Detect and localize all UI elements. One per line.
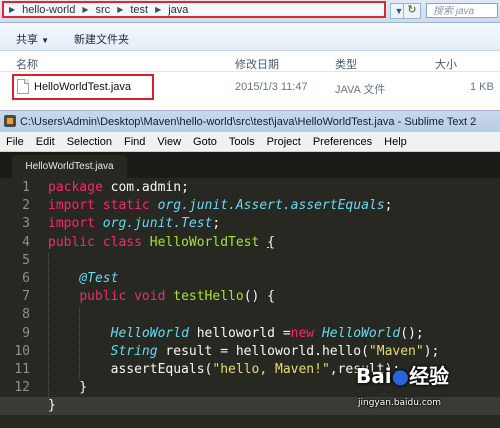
line-number: 2: [22, 198, 30, 214]
paw-icon: ●: [391, 364, 410, 388]
tab-hello-world-test[interactable]: HelloWorldTest.java: [12, 155, 127, 178]
menu-bar: File Edit Selection Find View Goto Tools…: [0, 132, 500, 152]
chevron-right-icon: ▶: [155, 5, 162, 14]
code-line[interactable]: package com.admin;: [48, 180, 189, 195]
indent-guide: [79, 307, 80, 381]
explorer-toolbar: 共享 ▼ 新建文件夹: [0, 23, 500, 51]
file-icon: [17, 79, 29, 94]
code-line[interactable]: assertEquals("hello, Maven!",result);: [48, 362, 401, 377]
line-number: 3: [22, 216, 30, 232]
file-name: HelloWorldTest.java: [34, 81, 132, 93]
file-modified-date: 2015/1/3 11:47: [235, 81, 308, 93]
menu-file[interactable]: File: [0, 136, 30, 148]
code-line[interactable]: public class HelloWorldTest {: [48, 235, 275, 250]
menu-tools[interactable]: Tools: [223, 136, 261, 148]
code-line[interactable]: }: [48, 380, 87, 395]
sublime-title-bar: C:\Users\Admin\Desktop\Maven\hello-world…: [0, 110, 500, 133]
line-number-gutter: 12345678910111213: [0, 178, 38, 428]
menu-find[interactable]: Find: [118, 136, 151, 148]
line-number: 6: [22, 271, 30, 286]
menu-help[interactable]: Help: [378, 136, 413, 148]
breadcrumb-item[interactable]: hello-world: [18, 4, 79, 16]
column-header-row: 名称 修改日期 类型 大小: [0, 51, 500, 72]
nav-arrow-icon: ▶: [9, 5, 16, 14]
code-line[interactable]: import static org.junit.Assert.assertEqu…: [48, 198, 392, 213]
indent-guide: [48, 252, 49, 399]
line-number: 5: [22, 252, 30, 268]
code-line[interactable]: public void testHello() {: [48, 289, 275, 304]
breadcrumb[interactable]: ▶ hello-world ▶ src ▶ test ▶ java: [2, 1, 386, 18]
refresh-icon[interactable]: ↻: [403, 3, 421, 19]
new-folder-button[interactable]: 新建文件夹: [74, 31, 129, 47]
column-header-name[interactable]: 名称: [16, 56, 38, 72]
baidu-jingyan-watermark: Bai●du经验 jingyan.baidu.com: [356, 356, 496, 422]
file-size: 1 KB: [470, 81, 494, 93]
menu-preferences[interactable]: Preferences: [307, 136, 378, 148]
menu-selection[interactable]: Selection: [61, 136, 118, 148]
breadcrumb-item[interactable]: src: [92, 4, 115, 16]
line-number: 8: [22, 307, 30, 323]
code-line[interactable]: import org.junit.Test;: [48, 216, 220, 231]
logo-text-tail: 经验: [409, 364, 450, 388]
code-line[interactable]: HelloWorld helloworld =new HelloWorld();: [48, 326, 424, 341]
share-label: 共享: [16, 34, 38, 46]
watermark-url: jingyan.baidu.com: [358, 398, 442, 408]
menu-view[interactable]: View: [151, 136, 187, 148]
logo-text: Bai: [356, 364, 392, 388]
line-number: 4: [22, 234, 30, 250]
breadcrumb-item[interactable]: java: [164, 4, 192, 16]
baidu-logo: Bai●du经验: [356, 360, 449, 389]
line-number: 12: [14, 380, 30, 396]
line-number: 1: [22, 180, 30, 195]
explorer-address-bar: ▶ hello-world ▶ src ▶ test ▶ java ▼ ↻ 搜索…: [0, 0, 500, 23]
window-title: C:\Users\Admin\Desktop\Maven\hello-world…: [20, 116, 477, 128]
chevron-right-icon: ▶: [82, 5, 89, 14]
file-row[interactable]: HelloWorldTest.java 2015/1/3 11:47 JAVA …: [0, 72, 500, 102]
line-number: 11: [14, 362, 30, 377]
menu-project[interactable]: Project: [261, 136, 307, 148]
column-header-modified[interactable]: 修改日期: [235, 56, 279, 72]
dropdown-arrow-icon: ▼: [41, 36, 49, 45]
share-button[interactable]: 共享 ▼: [16, 31, 49, 47]
code-line[interactable]: @Test: [48, 271, 118, 286]
menu-goto[interactable]: Goto: [187, 136, 223, 148]
tab-strip: HelloWorldTest.java: [0, 152, 500, 178]
line-number: 10: [14, 343, 30, 359]
column-header-type[interactable]: 类型: [335, 56, 357, 72]
search-input[interactable]: 搜索 java: [426, 3, 498, 18]
line-number: 7: [22, 289, 30, 305]
code-line[interactable]: }: [48, 398, 56, 413]
line-number: 9: [22, 325, 30, 341]
column-header-size[interactable]: 大小: [435, 56, 457, 72]
breadcrumb-item[interactable]: test: [126, 4, 152, 16]
sublime-app-icon: [4, 115, 16, 127]
file-type: JAVA 文件: [335, 84, 386, 96]
menu-edit[interactable]: Edit: [30, 136, 61, 148]
chevron-right-icon: ▶: [117, 5, 124, 14]
